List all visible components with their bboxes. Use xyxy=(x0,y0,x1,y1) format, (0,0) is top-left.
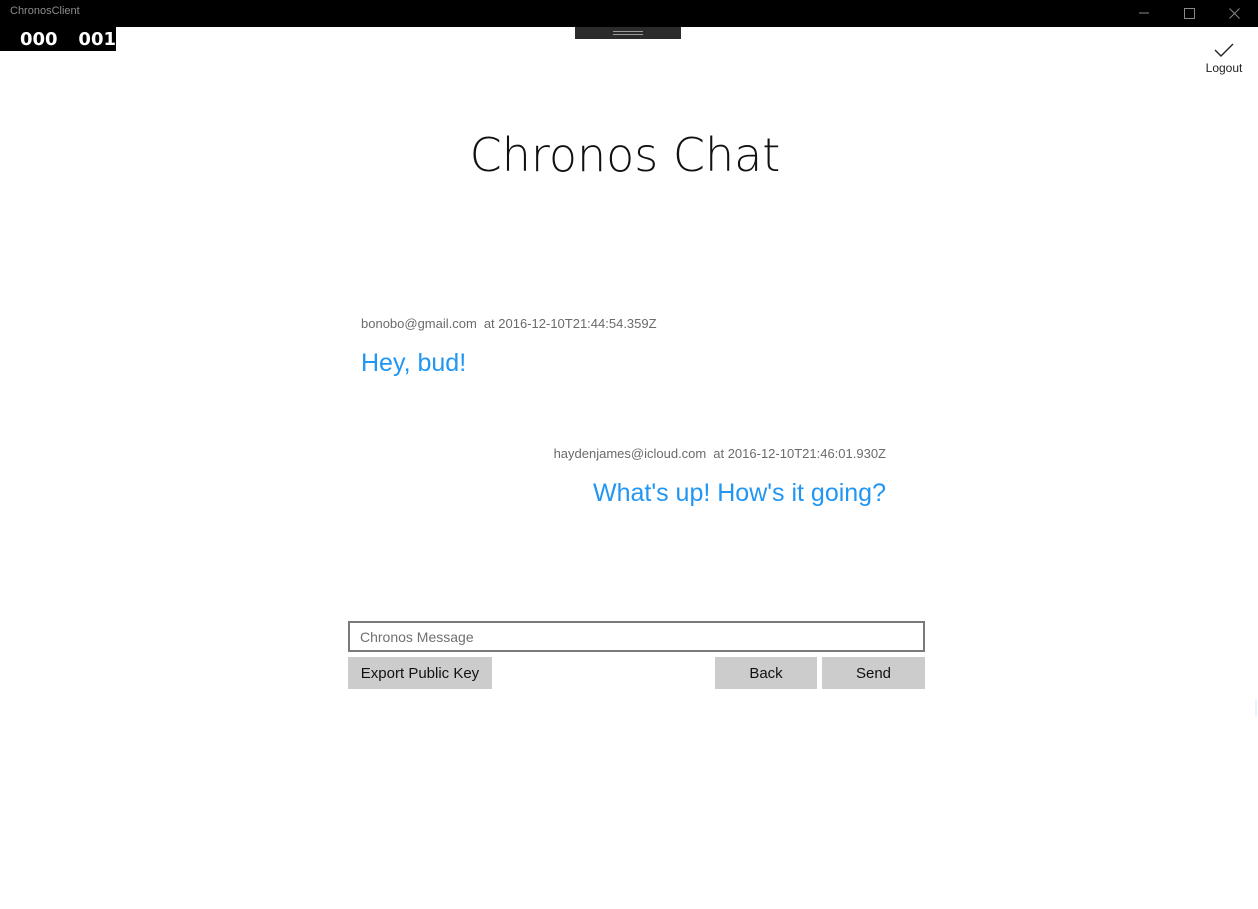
message-sender: haydenjames@icloud.com xyxy=(553,446,707,461)
scroll-edge-indicator xyxy=(1255,700,1257,716)
close-button[interactable] xyxy=(1212,0,1256,26)
logout-label: Logout xyxy=(1205,61,1243,75)
message-sender: bonobo@gmail.com xyxy=(361,316,477,331)
frame-counter-b: 001 xyxy=(78,28,116,50)
logout-button[interactable]: Logout xyxy=(1196,38,1252,86)
message-text: Hey, bud! xyxy=(361,349,467,377)
drag-handle[interactable] xyxy=(575,27,681,39)
frame-rate-counter: 000 001 xyxy=(0,27,116,51)
grip-line xyxy=(613,31,643,32)
message-input[interactable] xyxy=(348,621,925,652)
message-item: bonobo@gmail.com at 2016-12-10T21:44:54.3… xyxy=(361,316,657,378)
export-public-key-button[interactable]: Export Public Key xyxy=(348,657,492,689)
title-bar[interactable]: ChronosClient xyxy=(0,0,1258,27)
page-title: Chronos Chat xyxy=(469,128,781,182)
frame-counter-a: 000 xyxy=(20,28,58,50)
back-button[interactable]: Back xyxy=(715,657,817,689)
close-icon xyxy=(1228,7,1240,19)
minimize-icon xyxy=(1139,12,1149,14)
checkmark-icon xyxy=(1214,43,1234,57)
message-timestamp: at 2016-12-10T21:46:01.930Z xyxy=(713,446,886,461)
message-item: haydenjames@icloud.com at 2016-12-10T21:4… xyxy=(554,446,886,508)
maximize-icon xyxy=(1183,7,1195,19)
message-timestamp: at 2016-12-10T21:44:54.359Z xyxy=(483,316,657,331)
maximize-button[interactable] xyxy=(1167,0,1211,26)
message-meta: haydenjames@icloud.com at 2016-12-10T21:4… xyxy=(554,446,886,461)
message-meta: bonobo@gmail.com at 2016-12-10T21:44:54.3… xyxy=(361,316,657,331)
app-window: ChronosClient 000 001 Logout Chronos Cha… xyxy=(0,0,1258,909)
send-button[interactable]: Send xyxy=(822,657,925,689)
grip-line xyxy=(613,34,643,35)
minimize-button[interactable] xyxy=(1122,0,1166,26)
message-text: What's up! How's it going? xyxy=(592,479,886,507)
window-title: ChronosClient xyxy=(10,5,80,17)
